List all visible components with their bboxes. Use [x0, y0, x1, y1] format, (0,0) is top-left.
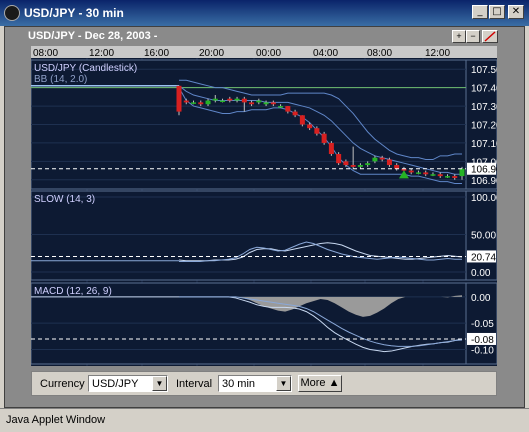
- draw-line-button[interactable]: [482, 30, 498, 43]
- title-bar: USD/JPY - 30 min _ □ ✕: [0, 0, 529, 26]
- close-button[interactable]: ✕: [508, 5, 524, 19]
- candle-body: [321, 133, 327, 143]
- candle-body: [336, 153, 342, 164]
- chevron-down-icon[interactable]: ▼: [152, 376, 167, 391]
- candle-body: [249, 102, 255, 105]
- candle-body: [372, 157, 378, 162]
- status-text: Java Applet Window: [6, 414, 106, 426]
- minimize-button[interactable]: _: [472, 5, 488, 19]
- zoom-in-button[interactable]: +: [452, 30, 466, 43]
- price-tick-label: 107.50: [471, 65, 497, 76]
- macd-tick-label: -0.10: [471, 345, 494, 356]
- price-chart-title: USD/JPY (Candlestick): [34, 63, 137, 74]
- candle-body: [263, 102, 269, 105]
- candle-body: [423, 172, 429, 175]
- time-tick-label: 20:00: [199, 48, 224, 59]
- zoom-out-button[interactable]: −: [466, 30, 480, 43]
- time-tick-label: 16:00: [144, 48, 169, 59]
- zoom-in-icon: +: [456, 31, 462, 41]
- currency-select[interactable]: USD/JPY ▼: [88, 375, 168, 392]
- macd-tick-label: -0.05: [471, 319, 494, 330]
- candle-body: [212, 98, 218, 101]
- time-tick-label: 12:00: [425, 48, 450, 59]
- stochastic-tick-label: 100.00: [471, 193, 497, 204]
- candle-body: [256, 100, 262, 103]
- candle-body: [270, 102, 276, 105]
- candle-body: [314, 128, 320, 134]
- candle-body: [234, 98, 240, 101]
- time-tick-label: 12:00: [89, 48, 114, 59]
- chevron-down-icon[interactable]: ▼: [276, 376, 291, 391]
- stochastic-current-label: 20.74: [471, 252, 496, 263]
- candle-body: [452, 176, 458, 178]
- candle-body: [176, 85, 182, 112]
- interval-value: 30 min: [222, 378, 256, 390]
- price-tick-label: 106.90: [471, 176, 497, 187]
- draw-line-icon: [484, 31, 496, 42]
- candle-body: [394, 165, 400, 169]
- price-tick-label: 107.40: [471, 84, 497, 95]
- candle-body: [285, 106, 291, 112]
- time-tick-label: 08:00: [33, 48, 58, 59]
- interval-label: Interval: [176, 378, 213, 390]
- chart-controls: Currency USD/JPY ▼ Interval 30 min ▼ Mor…: [31, 371, 497, 396]
- candle-body: [437, 174, 443, 177]
- candle-body: [278, 106, 284, 108]
- current-price-label: 106.96: [471, 165, 497, 176]
- time-tick-label: 08:00: [367, 48, 392, 59]
- indicator-panel: [30, 190, 467, 281]
- candle-body: [386, 159, 392, 166]
- price-tick-label: 107.20: [471, 121, 497, 132]
- price-tick-label: 107.10: [471, 139, 497, 150]
- stochastic-tick-label: 50.00: [471, 231, 496, 242]
- currency-label: Currency: [40, 378, 85, 390]
- candle-body: [299, 115, 305, 125]
- stochastic-title: SLOW (14, 3): [34, 194, 95, 205]
- stochastic-tick-label: 0.00: [471, 268, 491, 279]
- chart-area[interactable]: 08:00 12:00 16:00 20:00 00:00 04:00 08:00 12:00…: [30, 46, 502, 366]
- zoom-out-icon: −: [470, 31, 476, 41]
- window-title: USD/JPY - 30 min: [24, 6, 124, 20]
- candle-body: [365, 163, 371, 166]
- chart-svg[interactable]: 08:00 12:00 16:00 20:00 00:00 04:00 08:00 12:00…: [30, 46, 502, 366]
- more-button[interactable]: More ▲: [298, 375, 342, 392]
- maximize-button[interactable]: □: [489, 5, 505, 19]
- candle-body: [459, 168, 465, 177]
- candle-body: [198, 102, 204, 105]
- candle-body: [307, 124, 313, 129]
- macd-tick-label: 0.00: [471, 293, 491, 304]
- interval-select[interactable]: 30 min ▼: [218, 375, 292, 392]
- time-tick-label: 00:00: [256, 48, 281, 59]
- candle-body: [191, 102, 197, 104]
- app-icon: [4, 5, 20, 21]
- candle-body: [357, 165, 363, 167]
- bollinger-label: BB (14, 2.0): [34, 74, 87, 85]
- candle-body: [183, 100, 189, 103]
- status-bar: Java Applet Window: [0, 408, 529, 432]
- candle-body: [328, 142, 334, 154]
- candle-body: [343, 161, 349, 166]
- macd-current-label: -0.08: [471, 335, 494, 346]
- candle-body: [408, 170, 414, 173]
- macd-title: MACD (12, 26, 9): [34, 286, 112, 297]
- candle-body: [350, 165, 356, 167]
- chart-header-title: USD/JPY - Dec 28, 2003 -: [28, 30, 158, 42]
- candle-body: [227, 98, 233, 101]
- candle-body: [379, 157, 385, 160]
- price-tick-label: 107.30: [471, 102, 497, 113]
- currency-value: USD/JPY: [92, 378, 139, 390]
- candle-body: [220, 100, 226, 103]
- candle-body: [292, 111, 298, 116]
- candle-body: [241, 98, 247, 103]
- candle-body: [444, 176, 450, 178]
- candle-body: [205, 100, 211, 105]
- time-tick-label: 04:00: [313, 48, 338, 59]
- candle-body: [415, 172, 421, 174]
- candle-body: [430, 174, 436, 176]
